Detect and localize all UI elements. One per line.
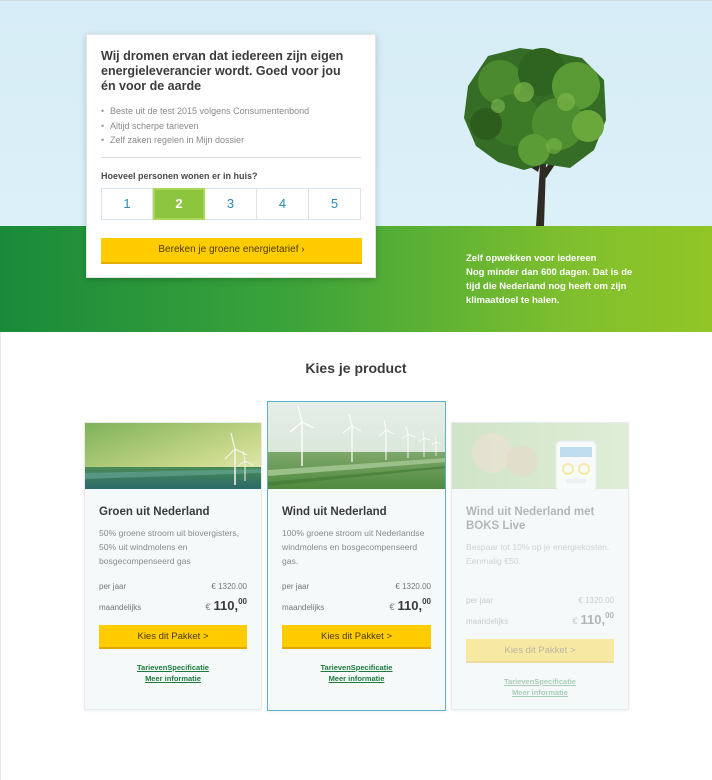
usp-item: Beste uit de test 2015 volgens Consument… — [101, 104, 361, 119]
price-year-value: € 1320.00 — [395, 582, 431, 591]
product-description: Bespaar tot 10% op je energiekosten. Een… — [466, 542, 610, 566]
price-year-label: per jaar — [99, 582, 127, 591]
product-image-windmills — [268, 402, 445, 489]
price-month-euros: 110, — [213, 598, 239, 613]
person-option-2[interactable]: 2 — [153, 187, 205, 220]
persons-question: Hoeveel personen wonen er in huis? — [101, 170, 258, 181]
currency-symbol: € — [389, 602, 395, 612]
product-description: 50% groene stroom uit biovergisters, 50%… — [99, 528, 239, 566]
hero-side-title: Zelf opwekken voor iedereen — [466, 253, 597, 264]
product-title: Groen uit Nederland — [99, 506, 210, 518]
calculator-card: Wij dromen ervan dat iedereen zijn eigen… — [86, 34, 376, 278]
price-year-value: € 1320.00 — [211, 582, 247, 591]
product-description: 100% groene stroom uit Nederlandse windm… — [282, 528, 425, 566]
usp-list: Beste uit de test 2015 volgens Consument… — [101, 104, 361, 148]
product-image-boks-app — [452, 423, 628, 489]
price-month-cents: 00 — [422, 597, 431, 606]
product-title: Wind uit Nederland met BOKS Live — [466, 506, 595, 532]
products-heading: Kies je product — [305, 360, 407, 376]
solar-field-image — [85, 423, 261, 489]
currency-symbol: € — [205, 602, 211, 612]
hero-side-body: Nog minder dan 600 dagen. Dat is de tijd… — [466, 267, 633, 306]
price-month-cents: 00 — [238, 597, 247, 606]
divider — [101, 156, 361, 158]
product-card-wind: Wind uit Nederland 100% groene stroom ui… — [267, 401, 446, 711]
price-month-value: €110,00 — [205, 597, 247, 613]
price-month-value: €110,00 — [572, 611, 614, 627]
person-option-5[interactable]: 5 — [309, 187, 361, 220]
price-month-row: maandelijks €110,00 — [99, 597, 247, 613]
price-year-label: per jaar — [282, 582, 310, 591]
price-month-row: maandelijks €110,00 — [282, 597, 431, 613]
price-month-label: maandelijks — [282, 603, 325, 612]
product-card-boks: Wind uit Nederland met BOKS Live Bespaar… — [451, 422, 629, 710]
price-year-value: € 1320.00 — [578, 596, 614, 605]
price-year-row: per jaar € 1320.00 — [282, 582, 431, 591]
usp-item: Altijd scherpe tarieven — [101, 119, 361, 134]
person-option-3[interactable]: 3 — [205, 187, 257, 220]
price-month-euros: 110, — [397, 598, 423, 613]
price-year-row: per jaar € 1320.00 — [99, 582, 247, 591]
price-month-label: maandelijks — [99, 603, 142, 612]
tree-illustration — [464, 48, 606, 226]
choose-package-button[interactable]: Kies dit Pakket > — [282, 625, 431, 649]
price-year-label: per jaar — [466, 596, 494, 605]
more-info-link[interactable]: Meer informatie — [85, 674, 261, 683]
calculate-tariff-button[interactable]: Bereken je groene energietarief › — [101, 237, 362, 264]
price-month-cents: 00 — [605, 611, 614, 620]
currency-symbol: € — [572, 616, 578, 626]
hero-banner: Zelf opwekken voor iedereen Nog minder d… — [0, 0, 712, 332]
tariff-spec-link[interactable]: TarievenSpecificatie — [452, 677, 628, 686]
usp-item: Zelf zaken regelen in Mijn dossier — [101, 133, 361, 148]
tariff-spec-link[interactable]: TarievenSpecificatie — [85, 663, 261, 672]
more-info-link[interactable]: Meer informatie — [452, 688, 628, 697]
windmill-field-image — [268, 402, 445, 489]
product-image-solar-wind — [85, 423, 261, 489]
card-title: Wij dromen ervan dat iedereen zijn eigen… — [101, 49, 344, 93]
price-month-euros: 110, — [580, 612, 606, 627]
tariff-spec-link[interactable]: TarievenSpecificatie — [268, 663, 445, 672]
persons-selector: 1 2 3 4 5 — [101, 187, 362, 220]
price-month-row: maandelijks €110,00 — [466, 611, 614, 627]
more-info-link[interactable]: Meer informatie — [268, 674, 445, 683]
product-card-groen: Groen uit Nederland 50% groene stroom ui… — [84, 422, 262, 710]
price-month-label: maandelijks — [466, 617, 509, 626]
choose-package-button[interactable]: Kies dit Pakket > — [466, 639, 614, 663]
person-option-4[interactable]: 4 — [257, 187, 309, 220]
choose-package-button[interactable]: Kies dit Pakket > — [99, 625, 247, 649]
price-month-value: €110,00 — [389, 597, 431, 613]
product-title: Wind uit Nederland — [282, 506, 387, 518]
app-phone-image — [452, 423, 628, 489]
hero-side-text: Zelf opwekken voor iedereen Nog minder d… — [466, 252, 646, 308]
price-year-row: per jaar € 1320.00 — [466, 596, 614, 605]
person-option-1[interactable]: 1 — [101, 187, 153, 220]
